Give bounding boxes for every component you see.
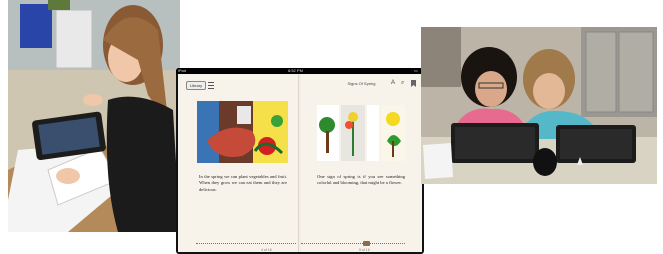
search-icon[interactable]: ⌕ [401, 80, 404, 87]
page-illustration-garden [197, 101, 288, 163]
book-page-left: Library In the spring we can plant veget… [178, 74, 299, 252]
page-text-left: In the spring we can plant vegetables an… [199, 174, 287, 192]
bookmark-icon[interactable] [411, 80, 416, 89]
page-text-right: One sign of spring is if you see somethi… [317, 174, 405, 186]
table-of-contents-icon[interactable] [208, 82, 214, 89]
font-size-button[interactable]: A [391, 80, 395, 86]
page-scrubber-left[interactable] [196, 243, 296, 247]
scrubber-thumb[interactable] [363, 241, 370, 246]
page-scrubber-right[interactable] [301, 241, 405, 247]
library-button[interactable]: Library [186, 81, 206, 90]
book-page-right: Signs Of Spring A ⌕ One sign of spring i… [301, 74, 422, 252]
page-number-right: 5 of 16 [359, 248, 370, 252]
classroom-photo-students-laptops [421, 27, 657, 184]
classroom-photo-child-tablet [8, 0, 180, 232]
page-number-left: 4 of 16 [261, 248, 272, 252]
page-illustration-flowers [315, 101, 407, 163]
ibooks-screenshot: iPad 8:52 PM ▭ Library In the spring we … [176, 68, 424, 254]
